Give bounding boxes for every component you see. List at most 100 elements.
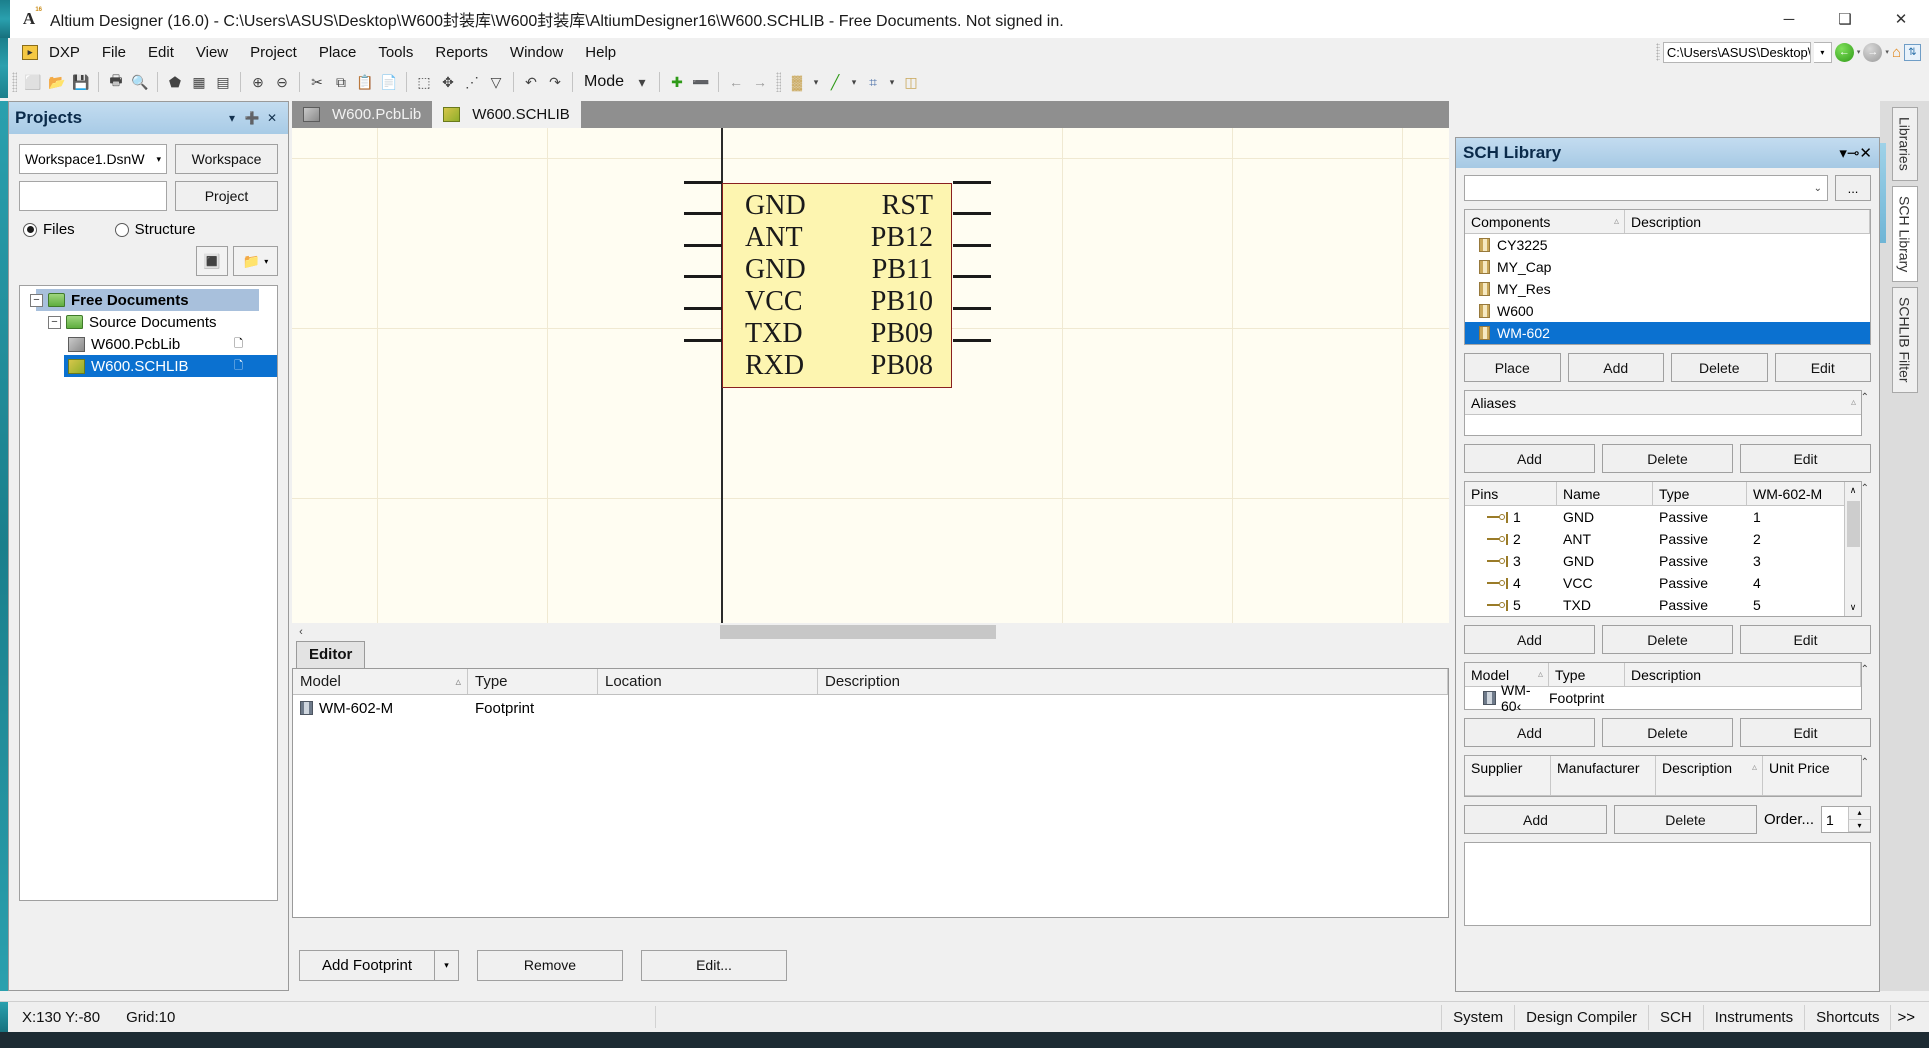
tab-w600-pcblib[interactable]: W600.PcbLib xyxy=(292,101,432,128)
new-document-icon[interactable]: ⬜ xyxy=(21,70,45,94)
wiring-icon[interactable]: ⋰ xyxy=(460,70,484,94)
supplier-table[interactable]: Supplier Manufacturer Description ▵ Unit… xyxy=(1464,755,1862,797)
menu-view[interactable]: View xyxy=(185,41,239,64)
column-description[interactable]: Description xyxy=(818,669,1448,694)
components-list[interactable]: Components ▵ Description CY3225 MY_Cap M… xyxy=(1464,209,1871,345)
status-button-shortcuts[interactable]: Shortcuts xyxy=(1805,1004,1892,1030)
browse-button[interactable]: ... xyxy=(1835,175,1871,201)
list-item[interactable]: CY3225 xyxy=(1465,234,1870,256)
model-grid-table[interactable]: Model ▵ Type Location Description WM-602… xyxy=(292,668,1449,918)
quantity-decrement-icon[interactable]: ▾ xyxy=(1849,819,1870,832)
menu-help[interactable]: Help xyxy=(574,41,627,64)
panel-close-icon[interactable]: ✕ xyxy=(262,108,282,128)
edit-pin-button[interactable]: Edit xyxy=(1740,625,1871,654)
menu-place[interactable]: Place xyxy=(308,41,368,64)
radio-structure[interactable]: Structure xyxy=(114,221,196,238)
component-symbol-wm-602[interactable]: GND ANT GND VCC TXD RXD RST PB12 PB11 PB… xyxy=(722,183,952,388)
add-footprint-caret-icon[interactable]: ▾ xyxy=(435,949,459,981)
menu-edit[interactable]: Edit xyxy=(137,41,185,64)
grid-icon[interactable]: ⌗ xyxy=(861,70,885,94)
zoom-out-icon[interactable]: ⊖ xyxy=(270,70,294,94)
tree-node-schlib[interactable]: W600.SCHLIB 🗋 xyxy=(20,355,277,377)
vtab-sch-library[interactable]: SCH Library xyxy=(1891,185,1918,282)
delete-model-button[interactable]: Delete xyxy=(1602,718,1733,747)
expander-icon[interactable]: − xyxy=(30,293,43,307)
radio-files[interactable]: Files xyxy=(23,221,75,238)
menu-tools[interactable]: Tools xyxy=(367,41,424,64)
remove-button[interactable]: Remove xyxy=(477,949,623,981)
menu-dxp[interactable]: DXP xyxy=(38,41,91,64)
edit-button[interactable]: Edit... xyxy=(641,949,787,981)
remove-part-icon[interactable]: ➖ xyxy=(689,70,713,94)
rubber-stamp-icon[interactable]: 📄 xyxy=(377,70,401,94)
close-button[interactable]: ✕ xyxy=(1873,0,1929,38)
compile-icon[interactable]: 🔳 xyxy=(196,246,228,276)
panel-collapse-icon[interactable]: ▾ xyxy=(222,108,242,128)
tab-w600-schlib[interactable]: W600.SCHLIB xyxy=(432,101,581,128)
list-item[interactable]: MY_Cap xyxy=(1465,256,1870,278)
zoom-in-icon[interactable]: ⊕ xyxy=(246,70,270,94)
cut-icon[interactable]: ✂ xyxy=(305,70,329,94)
open-device-view-icon[interactable]: ⬟ xyxy=(163,70,187,94)
address-bar-grip[interactable] xyxy=(1655,43,1660,61)
clear-filter-icon[interactable]: ▽ xyxy=(484,70,508,94)
select-area-icon[interactable]: ⬚ xyxy=(412,70,436,94)
supplier-scroll-up-icon[interactable]: ⌃ xyxy=(1861,757,1869,768)
expander-icon[interactable]: − xyxy=(48,315,61,329)
scroll-left-arrow-icon[interactable]: ‹ xyxy=(292,626,310,638)
component-icon[interactable]: ◫ xyxy=(899,70,923,94)
navigate-back-icon[interactable]: ← xyxy=(1834,42,1854,62)
models-table[interactable]: Model ▵ Type Description WM-60‹ Footprin… xyxy=(1464,662,1862,714)
edit-model-button[interactable]: Edit xyxy=(1740,718,1871,747)
column-model[interactable]: Model ▵ xyxy=(1465,663,1549,686)
navigate-forward-icon[interactable]: → xyxy=(1863,42,1883,62)
aliases-scroll-up-icon[interactable]: ⌃ xyxy=(1861,392,1869,403)
add-supplier-button[interactable]: Add xyxy=(1464,805,1607,834)
pins-section-scroll-up-icon[interactable]: ⌃ xyxy=(1861,483,1869,494)
next-part-icon[interactable]: → xyxy=(748,70,772,94)
column-name[interactable]: Name xyxy=(1557,482,1653,505)
refresh-icon[interactable]: ⇅ xyxy=(1904,43,1921,61)
status-more-icon[interactable]: >> xyxy=(1891,1005,1921,1030)
redo-icon[interactable]: ↷ xyxy=(543,70,567,94)
project-button[interactable]: Project xyxy=(175,181,278,211)
edit-component-button[interactable]: Edit xyxy=(1774,353,1871,382)
address-input[interactable]: C:\Users\ASUS\Desktop\ xyxy=(1662,41,1811,63)
schematic-canvas[interactable]: GND ANT GND VCC TXD RXD RST PB12 PB11 PB… xyxy=(292,128,1449,623)
menu-project[interactable]: Project xyxy=(239,41,308,64)
panel-collapse-icon[interactable]: ▾ xyxy=(1839,144,1847,162)
table-row[interactable]: WM-60‹ Footprint xyxy=(1465,682,1861,714)
undo-icon[interactable]: ↶ xyxy=(519,70,543,94)
project-combo[interactable] xyxy=(19,181,167,211)
forward-history-caret-icon[interactable]: ▾ xyxy=(1885,48,1889,56)
add-alias-button[interactable]: Add xyxy=(1464,444,1595,473)
menu-reports[interactable]: Reports xyxy=(424,41,499,64)
panel-pin-icon[interactable]: ⊸ xyxy=(1847,144,1860,162)
column-location[interactable]: Location xyxy=(598,669,818,694)
grid-caret-icon[interactable]: ▾ xyxy=(885,70,899,94)
scrollbar-thumb[interactable] xyxy=(720,625,996,639)
mode-dropdown-caret-icon[interactable]: ▾ xyxy=(630,70,654,94)
menu-file[interactable]: File xyxy=(91,41,137,64)
toolbar-grip[interactable] xyxy=(776,72,782,92)
canvas-horizontal-scrollbar[interactable]: ‹ xyxy=(292,623,1449,641)
column-description[interactable]: Description xyxy=(1625,210,1870,233)
delete-alias-button[interactable]: Delete xyxy=(1602,444,1733,473)
models-scroll-up-icon[interactable]: ⌃ xyxy=(1861,664,1869,675)
delete-supplier-button[interactable]: Delete xyxy=(1613,805,1757,834)
project-tree[interactable]: − Free Documents − Source Documents W600… xyxy=(19,285,278,901)
place-line-caret-icon[interactable]: ▾ xyxy=(847,70,861,94)
toolbar-grip[interactable] xyxy=(12,72,17,92)
menu-window[interactable]: Window xyxy=(499,41,574,64)
edit-alias-button[interactable]: Edit xyxy=(1740,444,1871,473)
status-button-design-compiler[interactable]: Design Compiler xyxy=(1515,1004,1650,1030)
delete-component-button[interactable]: Delete xyxy=(1671,353,1768,382)
workspace-combo[interactable]: Workspace1.DsnW ▾ xyxy=(19,144,167,174)
column-type[interactable]: Type xyxy=(1549,663,1625,686)
status-button-sch[interactable]: SCH xyxy=(1649,1004,1704,1030)
home-icon[interactable]: ⌂ xyxy=(1892,44,1901,61)
list-item-selected[interactable]: WM-602 xyxy=(1465,322,1870,344)
tree-node-pcblib[interactable]: W600.PcbLib 🗋 xyxy=(20,333,277,355)
place-line-icon[interactable]: ╱ xyxy=(823,70,847,94)
open-project-icon[interactable]: 📁 ▾ xyxy=(233,246,278,276)
